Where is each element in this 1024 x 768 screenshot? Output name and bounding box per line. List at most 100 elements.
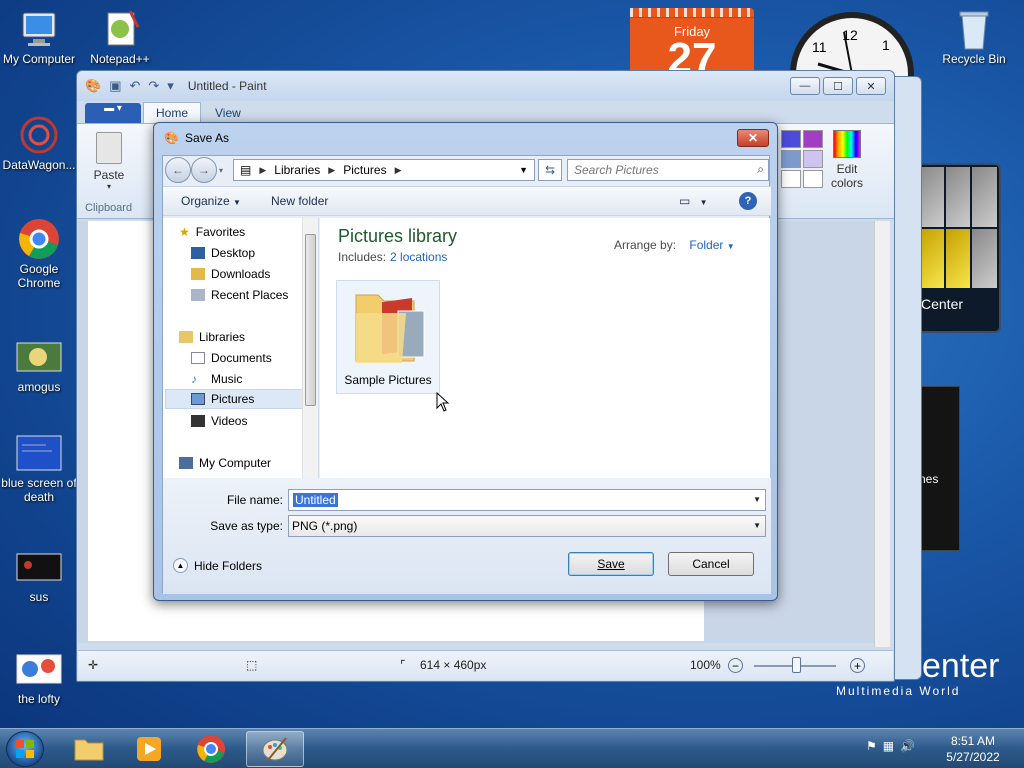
color-swatch[interactable] (781, 150, 801, 168)
recent-pages-dropdown-icon[interactable]: ▾ (219, 166, 223, 175)
desktop-icon-recycle-bin[interactable]: Recycle Bin (936, 8, 1012, 66)
nav-pictures[interactable]: Pictures (165, 389, 303, 409)
nav-pane-scrollbar[interactable] (302, 218, 318, 478)
save-as-type-dropdown-icon[interactable]: ▼ (753, 521, 761, 530)
includes-label: Includes: (338, 250, 387, 264)
taskbar-explorer[interactable] (60, 731, 118, 767)
desktop-icon-the-lofty[interactable]: the lofty (1, 648, 77, 706)
breadcrumb-pictures[interactable]: Pictures (343, 163, 386, 177)
color-swatch[interactable] (803, 150, 823, 168)
zoom-in-button[interactable]: + (850, 658, 865, 673)
color-swatch[interactable] (781, 130, 801, 148)
save-as-dialog[interactable]: 🎨 Save As ✕ ← → ▾ ▤ ▶ Libraries ▶ Pictur… (153, 122, 778, 601)
taskbar-clock[interactable]: 8:51 AM 5/27/2022 (940, 733, 1006, 765)
desktop-icon-notepad-plus-plus[interactable]: Notepad++ (82, 8, 158, 66)
start-button[interactable] (6, 731, 44, 767)
volume-icon[interactable]: 🔊 (900, 739, 915, 753)
search-box[interactable]: ⌕ (567, 159, 769, 181)
save-button[interactable]: Save (568, 552, 654, 576)
address-dropdown-icon[interactable]: ▼ (519, 165, 528, 175)
edit-colors-button[interactable]: Edit colors (825, 130, 869, 190)
folder-item-sample-pictures[interactable]: Sample Pictures (336, 280, 440, 394)
forward-button[interactable]: → (191, 157, 217, 183)
color-swatch[interactable] (781, 170, 801, 188)
color-swatch[interactable] (803, 170, 823, 188)
help-icon[interactable]: ? (739, 192, 757, 210)
arrange-by-value: Folder (689, 238, 724, 252)
file-name-combo[interactable]: Untitled ▼ (288, 489, 766, 511)
includes-locations-link[interactable]: 2 locations (390, 250, 447, 264)
taskbar-paint[interactable] (246, 731, 304, 767)
desktop-icon-blue-screen-of-death[interactable]: blue screen of death (1, 432, 77, 504)
zoom-slider-thumb[interactable] (792, 657, 801, 673)
navigation-row: ← → ▾ ▤ ▶ Libraries ▶ Pictures ▶ ▼ ⇆ ⌕ (163, 156, 771, 184)
breadcrumb-separator-icon: ▶ (394, 164, 402, 175)
desktop-icon-label: the lofty (17, 692, 61, 706)
taskbar-media-player[interactable] (120, 731, 178, 767)
organize-menu[interactable]: Organize ▼ (181, 194, 241, 208)
search-input[interactable] (568, 160, 742, 180)
downloads-icon (191, 268, 205, 280)
ribbon-tabs: ▬ ▾ Home View (77, 101, 894, 123)
change-view-button[interactable]: ▭ ▼ (679, 194, 708, 208)
taskbar-chrome[interactable] (182, 731, 240, 767)
vertical-scrollbar[interactable] (874, 221, 890, 647)
media-player-icon (137, 737, 161, 761)
nav-item-label: Documents (211, 351, 272, 365)
desktop-icon-label: Google Chrome (17, 262, 61, 290)
windows-logo-icon (16, 740, 34, 758)
nav-libraries[interactable]: Libraries (179, 327, 317, 347)
paint-titlebar[interactable]: 🎨 ▣ ↶ ↷ ▾ Untitled - Paint — ☐ ✕ (77, 71, 894, 101)
refresh-button[interactable]: ⇆ (538, 159, 562, 181)
library-icon: ▤ (240, 163, 252, 177)
hide-folders-button[interactable]: ▲ Hide Folders (173, 558, 262, 573)
file-name-label: File name: (226, 493, 283, 507)
maximize-button[interactable]: ☐ (823, 77, 853, 95)
nav-favorites[interactable]: ★ Favorites (179, 222, 317, 242)
dialog-titlebar[interactable]: 🎨 Save As (154, 123, 777, 153)
file-name-field[interactable]: Untitled (293, 493, 338, 507)
arrange-dropdown-icon: ▼ (726, 242, 735, 251)
svg-text:11: 11 (812, 39, 827, 55)
selection-size-icon: ⬚ (246, 658, 258, 672)
desktop-icon-datawagon[interactable]: DataWagon... (1, 114, 77, 172)
undo-icon[interactable]: ↶ (129, 78, 140, 94)
action-center-icon[interactable]: ⚑ (866, 739, 877, 753)
close-button[interactable]: ✕ (856, 77, 886, 95)
minimize-button[interactable]: — (790, 77, 820, 95)
canvas-size-icon: ⌜ (400, 658, 406, 672)
zoom-level: 100% (690, 658, 721, 672)
nav-my-computer[interactable]: My Computer (179, 453, 317, 473)
dialog-close-button[interactable]: ✕ (737, 129, 769, 147)
media-center-gadget[interactable]: Center (915, 163, 1001, 333)
system-tray: ⚑ ▦ 🔊 (866, 739, 915, 753)
desktop-icon-sus[interactable]: sus (1, 546, 77, 604)
color-swatch[interactable] (803, 130, 823, 148)
calendar-gadget[interactable]: Friday 27 (630, 8, 754, 81)
file-name-dropdown-icon[interactable]: ▼ (753, 495, 761, 504)
color-palette (781, 130, 823, 188)
desktop-icon-label: Notepad++ (90, 52, 150, 66)
breadcrumb-libraries[interactable]: Libraries (274, 163, 320, 177)
address-bar[interactable]: ▤ ▶ Libraries ▶ Pictures ▶ ▼ (233, 159, 535, 181)
paint-menu-button[interactable]: ▬ ▾ (85, 103, 141, 123)
cancel-button[interactable]: Cancel (668, 552, 754, 576)
paste-button[interactable]: Paste ▾ (89, 132, 129, 191)
new-folder-button[interactable]: New folder (271, 194, 328, 208)
zoom-out-button[interactable]: − (728, 658, 743, 673)
tab-view[interactable]: View (203, 103, 253, 123)
nav-pane-scroll-thumb[interactable] (305, 234, 316, 406)
save-as-type-select[interactable]: PNG (*.png) ▼ (288, 515, 766, 537)
tab-home[interactable]: Home (143, 102, 202, 123)
back-button[interactable]: ← (165, 157, 191, 183)
redo-icon[interactable]: ↷ (148, 78, 159, 94)
desktop-icon-my-computer[interactable]: My Computer (1, 8, 77, 66)
save-icon[interactable]: ▣ (109, 78, 121, 94)
network-icon[interactable]: ▦ (883, 739, 894, 753)
mouse-cursor-icon (436, 392, 450, 412)
datawagon-icon (15, 114, 63, 156)
customize-dropdown-icon[interactable]: ▾ (167, 78, 174, 94)
desktop-icon-google-chrome[interactable]: Google Chrome (1, 218, 77, 290)
desktop-icon-amogus[interactable]: amogus (1, 336, 77, 394)
arrange-by-dropdown[interactable]: Folder ▼ (689, 238, 734, 252)
